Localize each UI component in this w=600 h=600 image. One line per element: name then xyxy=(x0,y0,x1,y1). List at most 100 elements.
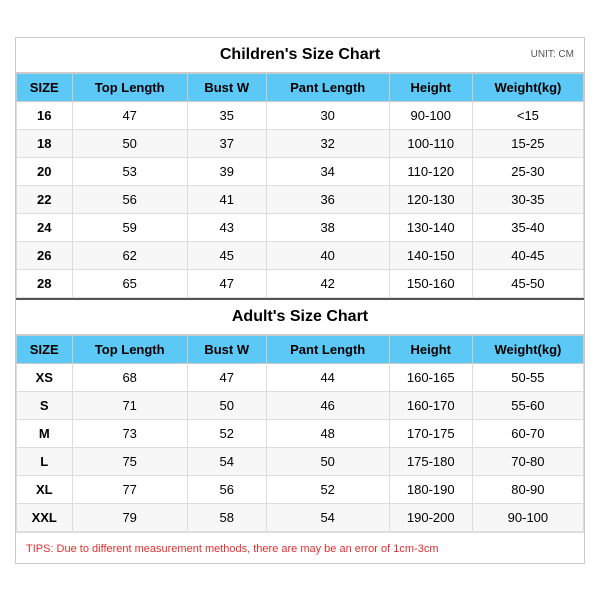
table-cell: 73 xyxy=(72,419,187,447)
table-cell: 62 xyxy=(72,241,187,269)
table-row: 28654742150-16045-50 xyxy=(17,269,584,297)
table-cell: 110-120 xyxy=(389,157,472,185)
adults-header-row: SIZE Top Length Bust W Pant Length Heigh… xyxy=(17,335,584,363)
table-cell: 38 xyxy=(266,213,389,241)
table-cell: 52 xyxy=(187,419,266,447)
table-cell: 41 xyxy=(187,185,266,213)
table-row: XL775652180-19080-90 xyxy=(17,475,584,503)
table-cell: 130-140 xyxy=(389,213,472,241)
table-cell: 75 xyxy=(72,447,187,475)
col-header-weight: Weight(kg) xyxy=(472,73,583,101)
table-cell: 180-190 xyxy=(389,475,472,503)
table-cell: 71 xyxy=(72,391,187,419)
table-cell: 50 xyxy=(266,447,389,475)
table-cell: 50 xyxy=(187,391,266,419)
table-cell: 140-150 xyxy=(389,241,472,269)
table-row: M735248170-17560-70 xyxy=(17,419,584,447)
table-cell: 100-110 xyxy=(389,129,472,157)
table-cell: 30 xyxy=(266,101,389,129)
table-cell: 50-55 xyxy=(472,363,583,391)
adult-col-header-height: Height xyxy=(389,335,472,363)
table-cell: 70-80 xyxy=(472,447,583,475)
table-cell: 40 xyxy=(266,241,389,269)
table-row: 1647353090-100<15 xyxy=(17,101,584,129)
table-row: S715046160-17055-60 xyxy=(17,391,584,419)
table-row: 18503732100-11015-25 xyxy=(17,129,584,157)
col-header-height: Height xyxy=(389,73,472,101)
table-cell: S xyxy=(17,391,73,419)
col-header-pant-length: Pant Length xyxy=(266,73,389,101)
table-cell: 47 xyxy=(187,363,266,391)
adult-col-header-size: SIZE xyxy=(17,335,73,363)
table-cell: 58 xyxy=(187,503,266,531)
table-cell: 60-70 xyxy=(472,419,583,447)
table-cell: 56 xyxy=(72,185,187,213)
table-cell: 44 xyxy=(266,363,389,391)
adult-col-header-bust-w: Bust W xyxy=(187,335,266,363)
adults-title-row: Adult's Size Chart xyxy=(16,300,584,335)
table-row: L755450175-18070-80 xyxy=(17,447,584,475)
table-cell: 37 xyxy=(187,129,266,157)
childrens-section: Children's Size Chart UNIT: CM SIZE Top … xyxy=(16,38,584,298)
col-header-top-length: Top Length xyxy=(72,73,187,101)
table-cell: 50 xyxy=(72,129,187,157)
table-cell: 30-35 xyxy=(472,185,583,213)
table-cell: XS xyxy=(17,363,73,391)
adults-table: SIZE Top Length Bust W Pant Length Heigh… xyxy=(16,335,584,532)
table-cell: 79 xyxy=(72,503,187,531)
table-cell: 77 xyxy=(72,475,187,503)
table-row: XXL795854190-20090-100 xyxy=(17,503,584,531)
table-cell: 26 xyxy=(17,241,73,269)
adult-col-header-weight: Weight(kg) xyxy=(472,335,583,363)
adult-col-header-pant-length: Pant Length xyxy=(266,335,389,363)
table-cell: 15-25 xyxy=(472,129,583,157)
table-cell: 32 xyxy=(266,129,389,157)
table-cell: XXL xyxy=(17,503,73,531)
table-cell: L xyxy=(17,447,73,475)
table-cell: 16 xyxy=(17,101,73,129)
childrens-header-row: SIZE Top Length Bust W Pant Length Heigh… xyxy=(17,73,584,101)
table-cell: 39 xyxy=(187,157,266,185)
table-row: 24594338130-14035-40 xyxy=(17,213,584,241)
size-chart-container: Children's Size Chart UNIT: CM SIZE Top … xyxy=(15,37,585,564)
table-cell: 47 xyxy=(72,101,187,129)
childrens-table: SIZE Top Length Bust W Pant Length Heigh… xyxy=(16,73,584,298)
table-cell: 36 xyxy=(266,185,389,213)
table-cell: 42 xyxy=(266,269,389,297)
table-cell: 47 xyxy=(187,269,266,297)
table-row: XS684744160-16550-55 xyxy=(17,363,584,391)
table-cell: 53 xyxy=(72,157,187,185)
table-cell: 24 xyxy=(17,213,73,241)
table-cell: <15 xyxy=(472,101,583,129)
tips-text: TIPS: Due to different measurement metho… xyxy=(26,543,438,555)
table-cell: 120-130 xyxy=(389,185,472,213)
adult-col-header-top-length: Top Length xyxy=(72,335,187,363)
table-cell: 35-40 xyxy=(472,213,583,241)
table-row: 26624540140-15040-45 xyxy=(17,241,584,269)
table-cell: 56 xyxy=(187,475,266,503)
table-cell: 68 xyxy=(72,363,187,391)
table-cell: 34 xyxy=(266,157,389,185)
col-header-size: SIZE xyxy=(17,73,73,101)
table-cell: 59 xyxy=(72,213,187,241)
table-cell: 190-200 xyxy=(389,503,472,531)
childrens-unit: UNIT: CM xyxy=(531,49,574,60)
table-cell: 160-165 xyxy=(389,363,472,391)
adults-section: Adult's Size Chart SIZE Top Length Bust … xyxy=(16,298,584,532)
table-cell: 65 xyxy=(72,269,187,297)
table-cell: 55-60 xyxy=(472,391,583,419)
table-cell: 22 xyxy=(17,185,73,213)
table-row: 20533934110-12025-30 xyxy=(17,157,584,185)
adults-title: Adult's Size Chart xyxy=(232,308,368,326)
childrens-title-row: Children's Size Chart UNIT: CM xyxy=(16,38,584,73)
table-row: 22564136120-13030-35 xyxy=(17,185,584,213)
table-cell: 40-45 xyxy=(472,241,583,269)
table-cell: 28 xyxy=(17,269,73,297)
table-cell: 25-30 xyxy=(472,157,583,185)
table-cell: 80-90 xyxy=(472,475,583,503)
table-cell: 48 xyxy=(266,419,389,447)
table-cell: 54 xyxy=(187,447,266,475)
table-cell: 45-50 xyxy=(472,269,583,297)
table-cell: 18 xyxy=(17,129,73,157)
table-cell: 90-100 xyxy=(389,101,472,129)
